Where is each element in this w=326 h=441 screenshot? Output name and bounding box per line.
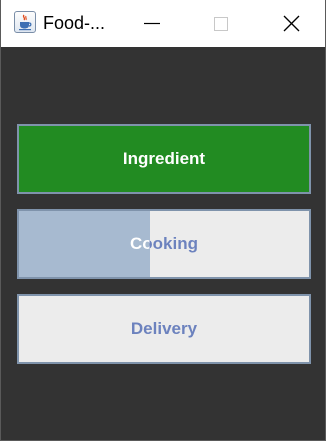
app-window: Food-... Ingredient Cooking Delivery [0,0,326,441]
stage-cooking-label: Cooking [19,211,309,277]
stage-delivery-label: Delivery [130,319,198,338]
close-button[interactable] [269,0,313,47]
close-icon [283,15,300,32]
stage-delivery: Delivery [17,294,311,364]
java-cup-icon[interactable] [14,11,36,33]
maximize-icon [214,17,228,31]
window-title: Food-... [43,13,106,33]
stage-ingredient-label: Ingredient [122,149,206,168]
minimize-button[interactable] [129,0,173,47]
minimize-icon [144,22,160,25]
maximize-button[interactable] [198,0,242,47]
stage-ingredient: Ingredient [17,124,311,194]
title-bar[interactable]: Food-... [1,0,325,47]
stage-cooking: Cooking [17,209,311,279]
